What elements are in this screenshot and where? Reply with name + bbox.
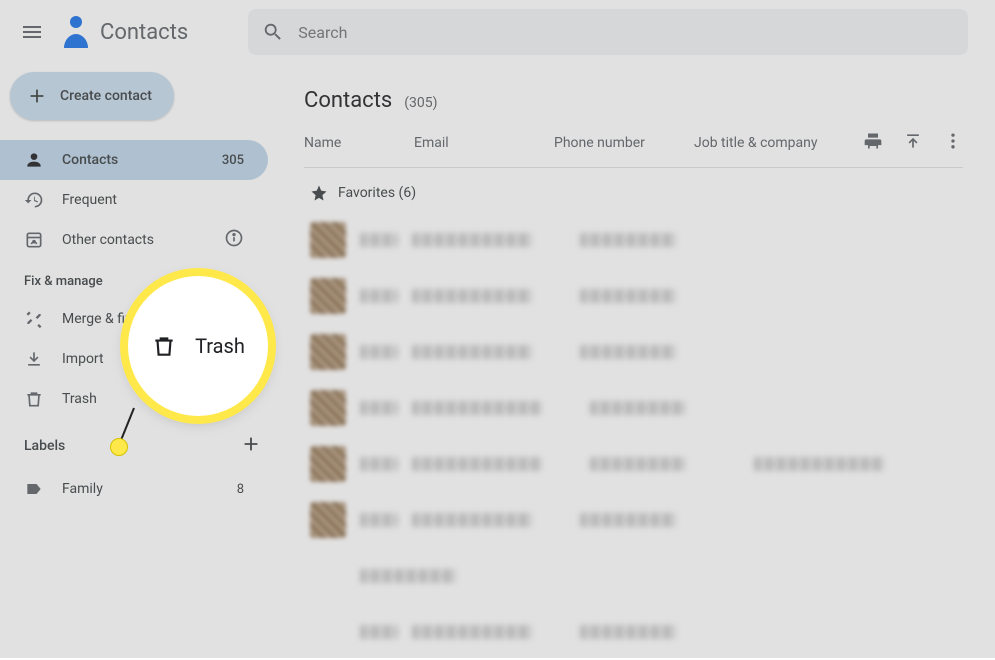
table-header: Name Email Phone number Job title & comp… [304, 131, 963, 168]
star-icon [310, 184, 328, 202]
redacted-name [360, 513, 398, 527]
callout-pointer-dot [110, 438, 128, 456]
trash-icon [24, 389, 44, 409]
page-title: Contacts [304, 88, 392, 113]
tutorial-callout-trash: Trash [128, 276, 268, 416]
labels-header-label: Labels [24, 438, 65, 454]
sidebar-item-frequent[interactable]: Frequent [0, 180, 268, 220]
column-header-email[interactable]: Email [414, 135, 554, 151]
contacts-count-badge: 305 [222, 153, 244, 168]
redacted-job [754, 457, 884, 471]
search-icon [262, 21, 284, 43]
create-contact-label: Create contact [60, 88, 152, 104]
print-icon [863, 131, 883, 151]
column-header-phone[interactable]: Phone number [554, 135, 694, 151]
callout-label: Trash [195, 334, 245, 358]
sidebar-item-label: Other contacts [62, 232, 154, 248]
sidebar-item-label: Merge & fix [62, 311, 132, 327]
plus-icon [240, 433, 262, 455]
archive-icon [24, 230, 44, 250]
redacted-name [360, 625, 398, 639]
upload-icon [903, 131, 923, 151]
download-icon [24, 349, 44, 369]
avatar [310, 390, 346, 426]
search-bar[interactable] [248, 9, 968, 55]
trash-icon [151, 333, 177, 359]
add-label-button[interactable] [240, 433, 262, 459]
print-button[interactable] [863, 131, 883, 155]
favorites-section-header[interactable]: Favorites (6) [304, 168, 963, 212]
table-row[interactable] [304, 548, 963, 604]
redacted-email [412, 233, 532, 247]
redacted-phone [580, 513, 676, 527]
avatar [310, 222, 346, 258]
label-icon [24, 479, 44, 499]
redacted-phone [590, 457, 686, 471]
sidebar-item-label: Trash [62, 391, 97, 407]
redacted-email [412, 457, 542, 471]
redacted-phone [580, 289, 676, 303]
sidebar-item-label: Family [62, 481, 103, 497]
app-title: Contacts [100, 20, 188, 45]
table-row[interactable] [304, 324, 963, 380]
plus-icon [26, 85, 48, 107]
column-header-job[interactable]: Job title & company [694, 135, 863, 151]
avatar [310, 278, 346, 314]
page-count: (305) [404, 95, 437, 111]
table-row[interactable] [304, 212, 963, 268]
table-row[interactable] [304, 492, 963, 548]
redacted-phone [580, 625, 676, 639]
labels-header: Labels [0, 419, 280, 469]
app-header: Contacts [0, 0, 995, 64]
column-header-name[interactable]: Name [304, 135, 414, 151]
redacted-email [412, 513, 532, 527]
sidebar-item-contacts[interactable]: Contacts 305 [0, 140, 268, 180]
table-row[interactable] [304, 268, 963, 324]
table-row[interactable] [304, 436, 963, 492]
redacted-name [360, 233, 398, 247]
main-content: Contacts (305) Name Email Phone number J… [280, 64, 995, 658]
person-icon [24, 150, 44, 170]
redacted-name [360, 289, 398, 303]
sidebar-label-family[interactable]: Family 8 [0, 469, 268, 509]
export-button[interactable] [903, 131, 923, 155]
redacted-email [412, 289, 532, 303]
sidebar-item-label: Frequent [62, 192, 117, 208]
tools-icon [24, 309, 44, 329]
redacted-name [360, 457, 398, 471]
history-icon [24, 190, 44, 210]
favorites-label: Favorites (6) [338, 185, 416, 201]
info-icon[interactable] [224, 228, 244, 252]
more-options-button[interactable] [943, 131, 963, 155]
create-contact-button[interactable]: Create contact [10, 72, 174, 120]
redacted-phone [590, 401, 686, 415]
menu-icon [20, 20, 44, 44]
redacted-name [360, 345, 398, 359]
app-logo[interactable]: Contacts [60, 12, 188, 52]
redacted-name [360, 401, 398, 415]
redacted-name [360, 569, 456, 583]
sidebar-item-label: Contacts [62, 152, 118, 168]
sidebar-item-label: Import [62, 351, 104, 367]
more-vert-icon [943, 131, 963, 151]
avatar [310, 502, 346, 538]
avatar [310, 446, 346, 482]
label-count-badge: 8 [237, 482, 244, 497]
redacted-email [412, 401, 542, 415]
contacts-logo-icon [60, 12, 92, 52]
hamburger-menu-button[interactable] [8, 8, 56, 56]
redacted-email [412, 345, 532, 359]
sidebar-item-other-contacts[interactable]: Other contacts [0, 220, 268, 260]
redacted-phone [580, 345, 676, 359]
search-input[interactable] [298, 23, 954, 42]
table-row[interactable] [304, 380, 963, 436]
avatar [310, 334, 346, 370]
redacted-phone [580, 233, 676, 247]
table-row[interactable] [304, 604, 963, 660]
redacted-email [412, 625, 532, 639]
